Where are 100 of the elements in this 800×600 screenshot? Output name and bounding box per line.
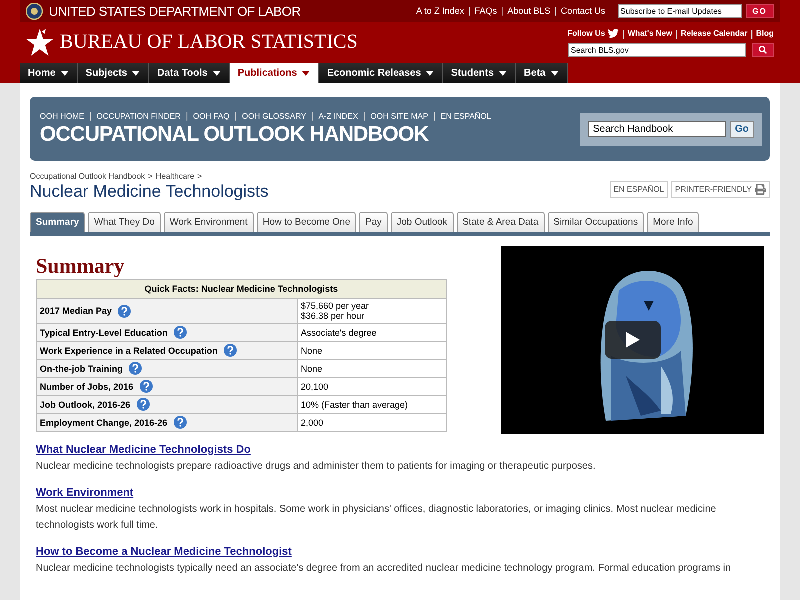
separator: | — [234, 111, 238, 121]
banner-link[interactable]: EN ESPAÑOL — [440, 112, 492, 120]
caret-icon — [426, 70, 434, 76]
search-button[interactable] — [752, 43, 774, 57]
play-button[interactable] — [605, 321, 661, 359]
language-button[interactable]: EN ESPAÑOL — [610, 181, 668, 198]
separator: | — [622, 28, 625, 38]
tab[interactable]: Summary — [30, 212, 86, 232]
help-icon[interactable] — [136, 398, 150, 411]
section-link[interactable]: Work Environment — [36, 487, 764, 499]
seal-icon — [26, 2, 43, 20]
separator: | — [468, 6, 471, 16]
top-link[interactable]: FAQs — [474, 6, 498, 16]
search-field[interactable]: Search BLS.gov — [568, 43, 746, 57]
nav-tab[interactable]: Data Tools — [149, 63, 230, 83]
tab[interactable]: What They Do — [88, 212, 161, 232]
go-button[interactable]: Go — [730, 120, 754, 138]
handbook-title: OCCUPATIONAL OUTLOOK HANDBOOK — [40, 123, 430, 147]
caret-icon — [550, 70, 559, 76]
fact-value: 10% (Faster than average) — [301, 400, 410, 410]
fact-label: Employment Change, 2016-26 — [40, 418, 168, 428]
nav-tab[interactable]: Home — [20, 63, 78, 83]
section-link[interactable]: What Nuclear Medicine Technologists Do — [36, 444, 764, 456]
handbook-search-field[interactable]: Search Handbook — [588, 121, 726, 137]
fact-label: On-the-job Training — [40, 364, 123, 374]
nav-tab[interactable]: Students — [443, 63, 516, 83]
fact-value: 2,000 — [301, 418, 325, 428]
breadcrumb-separator: > — [148, 172, 153, 181]
email-field[interactable]: Subscribe to E-mail Updates — [618, 4, 742, 18]
search-icon — [759, 46, 767, 54]
banner-link[interactable]: OCCUPATION FINDER — [96, 112, 181, 120]
separator: | — [186, 111, 188, 121]
section-text: Nuclear medicine technologists prepare radioactive drugs and administer them to patients for imaging or therapeutic purposes. — [36, 460, 597, 474]
separator: | — [750, 28, 754, 38]
fact-value: 20,100 — [301, 382, 330, 392]
page-title: Nuclear Medicine Technologists — [30, 182, 269, 202]
separator: | — [363, 111, 366, 121]
fact-label: Typical Entry-Level Education — [40, 328, 168, 338]
section-link[interactable]: How to Become a Nuclear Medicine Technologist — [36, 546, 764, 558]
caret-icon — [302, 70, 310, 76]
separator: | — [433, 111, 436, 121]
separator: | — [89, 111, 92, 121]
follow-us-label: Follow Us — [568, 29, 606, 38]
tab[interactable]: Work Environment — [164, 212, 254, 232]
star-logo-icon — [26, 28, 54, 58]
tab[interactable]: Pay — [359, 212, 388, 232]
department-name: UNITED STATES DEPARTMENT OF LABOR — [49, 4, 302, 18]
header-link[interactable]: Blog — [756, 29, 774, 38]
top-link[interactable]: About BLS — [508, 6, 551, 16]
tab[interactable]: Job Outlook — [390, 212, 454, 232]
nav-tab[interactable]: Beta — [516, 63, 568, 83]
tab[interactable]: State & Area Data — [456, 212, 545, 232]
header-link[interactable]: What's New — [628, 29, 672, 38]
caret-icon — [132, 70, 140, 76]
tab[interactable]: How to Become One — [256, 212, 356, 232]
print-button[interactable]: PRINTER-FRIENDLY — [671, 181, 770, 198]
breadcrumb-link[interactable]: Occupational Outlook Handbook — [30, 172, 146, 181]
separator: | — [675, 28, 678, 38]
bird-icon[interactable] — [608, 28, 620, 39]
fact-value: $36.38 per hour — [301, 311, 366, 321]
go-button[interactable]: GO — [746, 4, 774, 18]
help-icon[interactable] — [118, 304, 132, 318]
tab[interactable]: More Info — [647, 212, 700, 232]
breadcrumb-separator: > — [198, 172, 202, 181]
fact-label: Work Experience in a Related Occupation — [40, 346, 218, 356]
banner-link[interactable]: A-Z INDEX — [318, 112, 358, 120]
nav-tab[interactable]: Subjects — [78, 63, 150, 83]
breadcrumb-link[interactable]: Healthcare — [156, 172, 195, 181]
nav-tab[interactable]: Economic Releases — [319, 63, 444, 83]
banner-link[interactable]: OOH HOME — [40, 112, 84, 120]
separator: | — [501, 6, 504, 16]
site-title: BUREAU OF LABOR STATISTICS — [60, 31, 359, 54]
fact-value: None — [301, 364, 324, 374]
caret-icon — [499, 70, 508, 76]
section-heading: Summary — [36, 254, 126, 279]
fact-label: Job Outlook, 2016-26 — [40, 400, 131, 410]
banner-link[interactable]: OOH GLOSSARY — [242, 112, 306, 120]
help-icon[interactable] — [129, 362, 142, 375]
header-link[interactable]: Release Calendar — [680, 29, 748, 38]
fact-value: $75,660 per year — [301, 301, 370, 311]
section-text: Most nuclear medicine technologists work in hospitals. Some work in physicians' offices, diagnostic laboratories, or imaging clinics. Most nuclear medicine technologists work full time. — [36, 503, 718, 533]
caret-icon — [60, 70, 69, 76]
help-icon[interactable] — [140, 380, 153, 393]
help-icon[interactable] — [224, 344, 237, 357]
top-link[interactable]: A to Z Index — [416, 6, 464, 16]
top-link[interactable]: Contact Us — [561, 6, 606, 16]
nav-tab[interactable]: Publications — [230, 63, 320, 83]
banner-link[interactable]: OOH FAQ — [193, 112, 230, 120]
tab[interactable]: Similar Occupations — [548, 212, 644, 232]
section-text: Nuclear medicine technologists typically need an associate's degree from an accredited nuclear medicine technology program. Formal education programs in — [36, 562, 732, 576]
help-icon[interactable] — [174, 416, 187, 429]
table-title: Quick Facts: Nuclear Medicine Technologists — [36, 280, 446, 298]
caret-icon — [212, 70, 221, 76]
help-icon[interactable] — [174, 326, 187, 339]
fact-value: Associate's degree — [301, 328, 378, 338]
fact-label: Number of Jobs, 2016 — [40, 382, 134, 392]
separator: | — [311, 111, 314, 121]
fact-label: 2017 Median Pay — [40, 306, 112, 316]
banner-link[interactable]: OOH SITE MAP — [370, 112, 428, 120]
play-icon — [626, 332, 640, 348]
